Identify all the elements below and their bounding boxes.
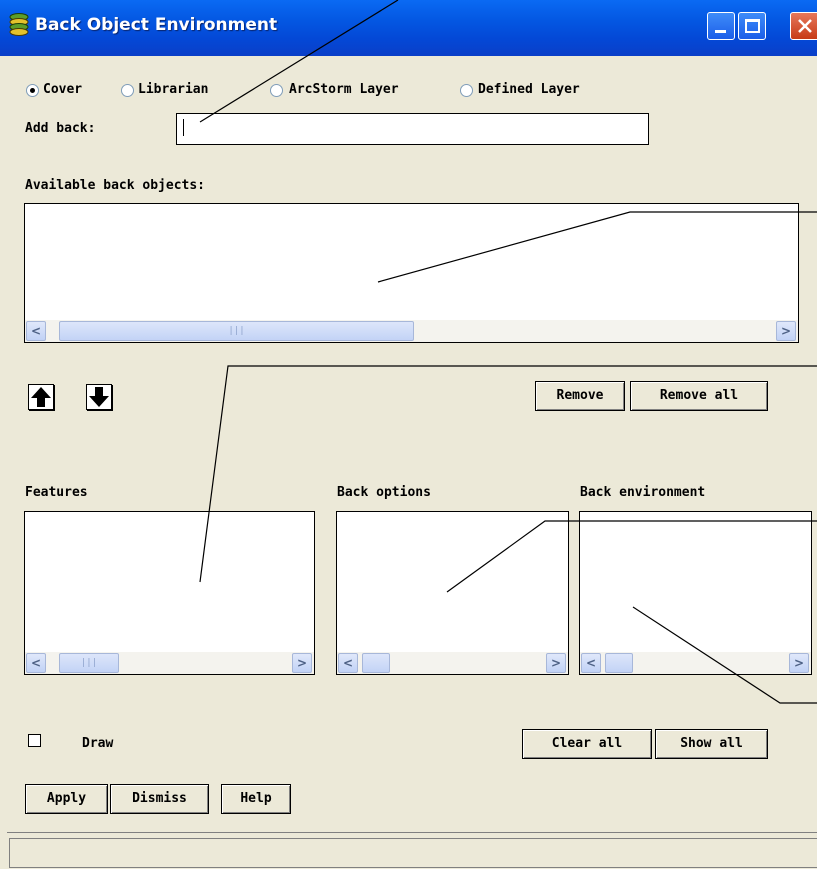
help-button[interactable]: Help — [221, 784, 291, 814]
radio-defined-layer[interactable] — [460, 84, 473, 97]
add-back-input[interactable] — [176, 113, 649, 145]
scrollbar-thumb[interactable]: ||| — [59, 321, 414, 341]
features-list-hscrollbar[interactable]: < ||| > — [25, 652, 314, 674]
available-back-objects-label: Available back objects: — [25, 178, 206, 193]
back-options-label: Back options — [337, 485, 431, 500]
close-icon — [798, 19, 812, 33]
scrollbar-thumb[interactable]: ||| — [59, 653, 119, 673]
down-arrow-icon — [89, 387, 109, 407]
apply-button[interactable]: Apply — [25, 784, 108, 814]
text-cursor — [183, 119, 184, 136]
maximize-icon — [745, 19, 760, 33]
scroll-left-icon[interactable]: < — [26, 653, 46, 673]
back-environment-label: Back environment — [580, 485, 706, 500]
dismiss-button[interactable]: Dismiss — [110, 784, 209, 814]
features-label: Features — [25, 485, 88, 500]
radio-arcstorm-layer-label[interactable]: ArcStorm Layer — [289, 82, 399, 97]
back-options-hscrollbar[interactable]: < > — [337, 652, 568, 674]
status-message-field — [9, 838, 817, 868]
radio-librarian-label[interactable]: Librarian — [138, 82, 208, 97]
back-environment-hscrollbar[interactable]: < > — [580, 652, 811, 674]
remove-button[interactable]: Remove — [535, 381, 625, 411]
up-arrow-icon — [31, 387, 51, 407]
features-list[interactable]: < ||| > — [24, 511, 315, 675]
draw-checkbox[interactable] — [28, 734, 41, 747]
title-bar[interactable]: Back Object Environment — [0, 0, 817, 56]
window-title: Back Object Environment — [35, 15, 278, 35]
radio-defined-layer-label[interactable]: Defined Layer — [478, 82, 580, 97]
available-back-objects-list[interactable]: < ||| > — [24, 203, 799, 343]
available-list-hscrollbar[interactable]: < ||| > — [25, 320, 798, 342]
scroll-left-icon[interactable]: < — [338, 653, 358, 673]
clear-all-button[interactable]: Clear all — [522, 729, 652, 759]
move-down-button[interactable] — [86, 384, 112, 410]
radio-cover[interactable] — [26, 84, 39, 97]
scroll-right-icon[interactable]: > — [292, 653, 312, 673]
radio-librarian[interactable] — [121, 84, 134, 97]
scroll-right-icon[interactable]: > — [789, 653, 809, 673]
back-options-list[interactable]: < > — [336, 511, 569, 675]
radio-arcstorm-layer[interactable] — [270, 84, 283, 97]
scroll-left-icon[interactable]: < — [26, 321, 46, 341]
move-up-button[interactable] — [28, 384, 54, 410]
radio-cover-label[interactable]: Cover — [43, 82, 82, 97]
scrollbar-thumb[interactable] — [362, 653, 390, 673]
close-button[interactable] — [790, 12, 817, 40]
add-back-label: Add back: — [25, 121, 96, 136]
minimize-button[interactable] — [707, 12, 735, 40]
scroll-left-icon[interactable]: < — [581, 653, 601, 673]
maximize-button[interactable] — [738, 12, 766, 40]
back-object-environment-window: Back Object Environment Cover Librarian … — [0, 0, 817, 869]
minimize-icon — [715, 30, 726, 33]
scrollbar-thumb[interactable] — [605, 653, 633, 673]
dialog-content: Cover Librarian ArcStorm Layer Defined L… — [0, 56, 817, 869]
draw-label[interactable]: Draw — [82, 736, 113, 751]
show-all-button[interactable]: Show all — [655, 729, 768, 759]
scroll-right-icon[interactable]: > — [546, 653, 566, 673]
back-environment-list[interactable]: < > — [579, 511, 812, 675]
layers-icon — [9, 13, 29, 36]
remove-all-button[interactable]: Remove all — [630, 381, 768, 411]
scroll-right-icon[interactable]: > — [776, 321, 796, 341]
